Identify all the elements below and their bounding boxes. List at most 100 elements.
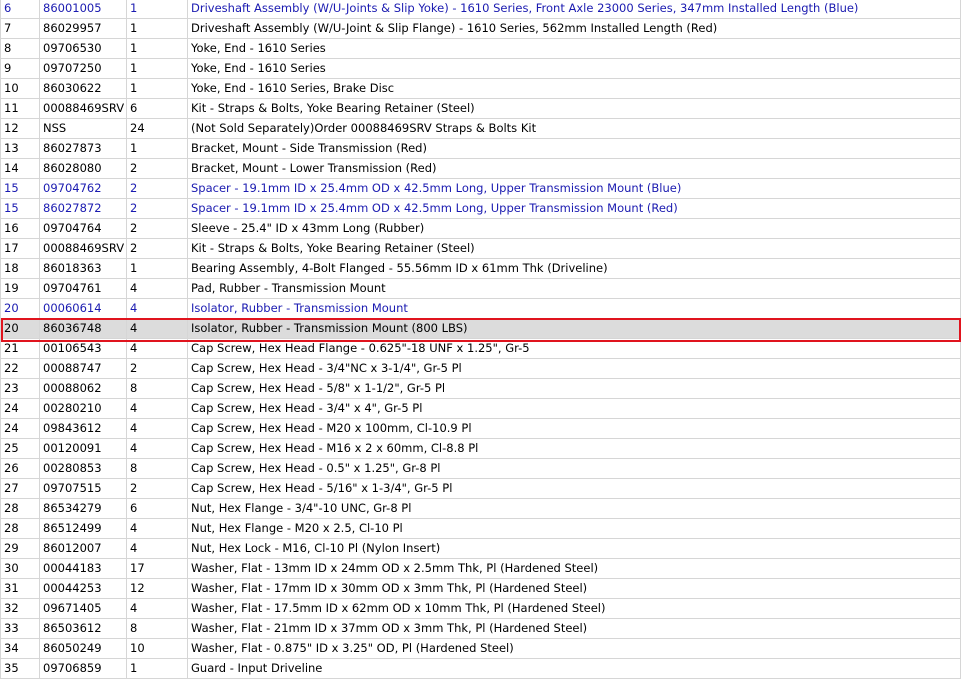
quantity-cell: 2 <box>126 218 188 239</box>
table-row[interactable]: 24 09843612 4 Cap Screw, Hex Head - M20 x 1… <box>0 418 961 439</box>
quantity-cell: 4 <box>126 398 188 419</box>
ref-number-cell[interactable]: 6 <box>0 0 40 19</box>
part-number-cell: NSS <box>39 118 127 139</box>
quantity-cell: 2 <box>126 158 188 179</box>
quantity-cell: 1 <box>126 138 188 159</box>
table-row[interactable]: 31 00044253 12 Washer, Flat - 17mm ID x 30m… <box>0 578 961 599</box>
table-row[interactable]: 7 86029957 1 Driveshaft Assembly (W/U-Joint… <box>0 18 961 39</box>
ref-number-cell: 11 <box>0 98 40 119</box>
table-row[interactable]: 11 00088469SRV 6 Kit - Straps & Bolts, Yoke… <box>0 98 961 119</box>
quantity-cell: 8 <box>126 378 188 399</box>
quantity-cell[interactable]: 4 <box>126 298 188 319</box>
ref-number-cell[interactable]: 15 <box>0 198 40 219</box>
description-cell: Cap Screw, Hex Head Flange - 0.625"-18 U… <box>187 338 961 359</box>
table-row[interactable]: 34 86050249 10 Washer, Flat - 0.875" ID x 3… <box>0 638 961 659</box>
part-number-cell: 09671405 <box>39 598 127 619</box>
part-number-cell[interactable]: 86027872 <box>39 198 127 219</box>
quantity-cell: 4 <box>126 438 188 459</box>
table-row[interactable]: 21 00106543 4 Cap Screw, Hex Head Flange - … <box>0 338 961 359</box>
quantity-cell: 4 <box>126 598 188 619</box>
part-number-cell[interactable]: 86001005 <box>39 0 127 19</box>
description-cell: Cap Screw, Hex Head - 5/16" x 1-3/4", Gr… <box>187 478 961 499</box>
quantity-cell: 1 <box>126 78 188 99</box>
description-cell: Washer, Flat - 13mm ID x 24mm OD x 2.5mm… <box>187 558 961 579</box>
description-cell[interactable]: Isolator, Rubber - Transmission Mount <box>187 298 961 319</box>
description-cell: Nut, Hex Flange - 3/4"-10 UNC, Gr-8 Pl <box>187 498 961 519</box>
part-number-cell[interactable]: 09704762 <box>39 178 127 199</box>
description-cell[interactable]: Spacer - 19.1mm ID x 25.4mm OD x 42.5mm … <box>187 198 961 219</box>
table-row[interactable]: 24 00280210 4 Cap Screw, Hex Head - 3/4" x … <box>0 398 961 419</box>
description-cell: Cap Screw, Hex Head - 3/4" x 4", Gr-5 Pl <box>187 398 961 419</box>
part-number-cell: 09704764 <box>39 218 127 239</box>
table-row[interactable]: 20 00060614 4 Isolator, Rubber - Transmissi… <box>0 298 961 319</box>
quantity-cell: 1 <box>126 18 188 39</box>
table-row[interactable]: 10 86030622 1 Yoke, End - 1610 Series, Brak… <box>0 78 961 99</box>
table-row[interactable]: 16 09704764 2 Sleeve - 25.4" ID x 43mm Long… <box>0 218 961 239</box>
table-row[interactable]: 8 09706530 1 Yoke, End - 1610 Series <box>0 38 961 59</box>
table-row[interactable]: 35 09706859 1 Guard - Input Driveline <box>0 658 961 679</box>
table-row[interactable]: 33 86503612 8 Washer, Flat - 21mm ID x 37mm… <box>0 618 961 639</box>
table-row[interactable]: 13 86027873 1 Bracket, Mount - Side Transmi… <box>0 138 961 159</box>
ref-number-cell: 12 <box>0 118 40 139</box>
table-row[interactable]: 29 86012007 4 Nut, Hex Lock - M16, Cl-10 Pl… <box>0 538 961 559</box>
parts-list-body: 6 86001005 1 Driveshaft Assembly (W/U-Joint… <box>0 0 961 679</box>
ref-number-cell: 16 <box>0 218 40 239</box>
description-cell: Pad, Rubber - Transmission Mount <box>187 278 961 299</box>
description-cell[interactable]: Driveshaft Assembly (W/U-Joints & Slip Y… <box>187 0 961 19</box>
table-row[interactable]: 17 00088469SRV 2 Kit - Straps & Bolts, Yoke… <box>0 238 961 259</box>
ref-number-cell: 35 <box>0 658 40 679</box>
quantity-cell[interactable]: 1 <box>126 0 188 19</box>
ref-number-cell: 29 <box>0 538 40 559</box>
quantity-cell: 17 <box>126 558 188 579</box>
table-row[interactable]: 27 09707515 2 Cap Screw, Hex Head - 5/16" x… <box>0 478 961 499</box>
quantity-cell[interactable]: 2 <box>126 198 188 219</box>
ref-number-cell: 24 <box>0 418 40 439</box>
table-row[interactable]: 18 86018363 1 Bearing Assembly, 4-Bolt Flan… <box>0 258 961 279</box>
ref-number-cell[interactable]: 20 <box>0 298 40 319</box>
description-cell[interactable]: Spacer - 19.1mm ID x 25.4mm OD x 42.5mm … <box>187 178 961 199</box>
ref-number-cell: 24 <box>0 398 40 419</box>
part-number-cell: 00120091 <box>39 438 127 459</box>
quantity-cell: 10 <box>126 638 188 659</box>
description-cell: Sleeve - 25.4" ID x 43mm Long (Rubber) <box>187 218 961 239</box>
table-row[interactable]: 15 86027872 2 Spacer - 19.1mm ID x 25.4mm O… <box>0 198 961 219</box>
part-number-cell: 86534279 <box>39 498 127 519</box>
description-cell: Guard - Input Driveline <box>187 658 961 679</box>
table-row[interactable]: 23 00088062 8 Cap Screw, Hex Head - 5/8" x … <box>0 378 961 399</box>
part-number-cell: 86027873 <box>39 138 127 159</box>
description-cell: Bearing Assembly, 4-Bolt Flanged - 55.56… <box>187 258 961 279</box>
table-row[interactable]: 9 09707250 1 Yoke, End - 1610 Series <box>0 58 961 79</box>
part-number-cell: 00088469SRV <box>39 98 127 119</box>
part-number-cell: 09707250 <box>39 58 127 79</box>
table-row[interactable]: 25 00120091 4 Cap Screw, Hex Head - M16 x 2… <box>0 438 961 459</box>
description-cell: Isolator, Rubber - Transmission Mount (8… <box>187 318 961 339</box>
description-cell: (Not Sold Separately)Order 00088469SRV S… <box>187 118 961 139</box>
quantity-cell[interactable]: 2 <box>126 178 188 199</box>
ref-number-cell: 22 <box>0 358 40 379</box>
table-row[interactable]: 30 00044183 17 Washer, Flat - 13mm ID x 24m… <box>0 558 961 579</box>
table-row[interactable]: 19 09704761 4 Pad, Rubber - Transmission Mo… <box>0 278 961 299</box>
part-number-cell[interactable]: 00060614 <box>39 298 127 319</box>
table-row[interactable]: 28 86512499 4 Nut, Hex Flange - M20 x 2.5, … <box>0 518 961 539</box>
part-number-cell: 09706530 <box>39 38 127 59</box>
quantity-cell: 8 <box>126 458 188 479</box>
description-cell: Washer, Flat - 0.875" ID x 3.25" OD, Pl … <box>187 638 961 659</box>
table-row[interactable]: 12 NSS 24 (Not Sold Separately)Order 000884… <box>0 118 961 139</box>
quantity-cell: 8 <box>126 618 188 639</box>
table-row[interactable]: 6 86001005 1 Driveshaft Assembly (W/U-Joint… <box>0 0 961 19</box>
description-cell: Cap Screw, Hex Head - M20 x 100mm, Cl-10… <box>187 418 961 439</box>
part-number-cell: 09704761 <box>39 278 127 299</box>
table-row[interactable]: 15 09704762 2 Spacer - 19.1mm ID x 25.4mm O… <box>0 178 961 199</box>
table-row[interactable]: 22 00088747 2 Cap Screw, Hex Head - 3/4"NC … <box>0 358 961 379</box>
ref-number-cell: 17 <box>0 238 40 259</box>
table-row-selected[interactable]: 20 86036748 4 Isolator, Rubber - Transmissi… <box>0 318 961 339</box>
table-row[interactable]: 26 00280853 8 Cap Screw, Hex Head - 0.5" x … <box>0 458 961 479</box>
quantity-cell: 2 <box>126 358 188 379</box>
table-row[interactable]: 14 86028080 2 Bracket, Mount - Lower Transm… <box>0 158 961 179</box>
table-row[interactable]: 28 86534279 6 Nut, Hex Flange - 3/4"-10 UNC… <box>0 498 961 519</box>
ref-number-cell[interactable]: 15 <box>0 178 40 199</box>
part-number-cell: 00088062 <box>39 378 127 399</box>
table-row[interactable]: 32 09671405 4 Washer, Flat - 17.5mm ID x 62… <box>0 598 961 619</box>
part-number-cell: 09706859 <box>39 658 127 679</box>
description-cell: Kit - Straps & Bolts, Yoke Bearing Retai… <box>187 98 961 119</box>
